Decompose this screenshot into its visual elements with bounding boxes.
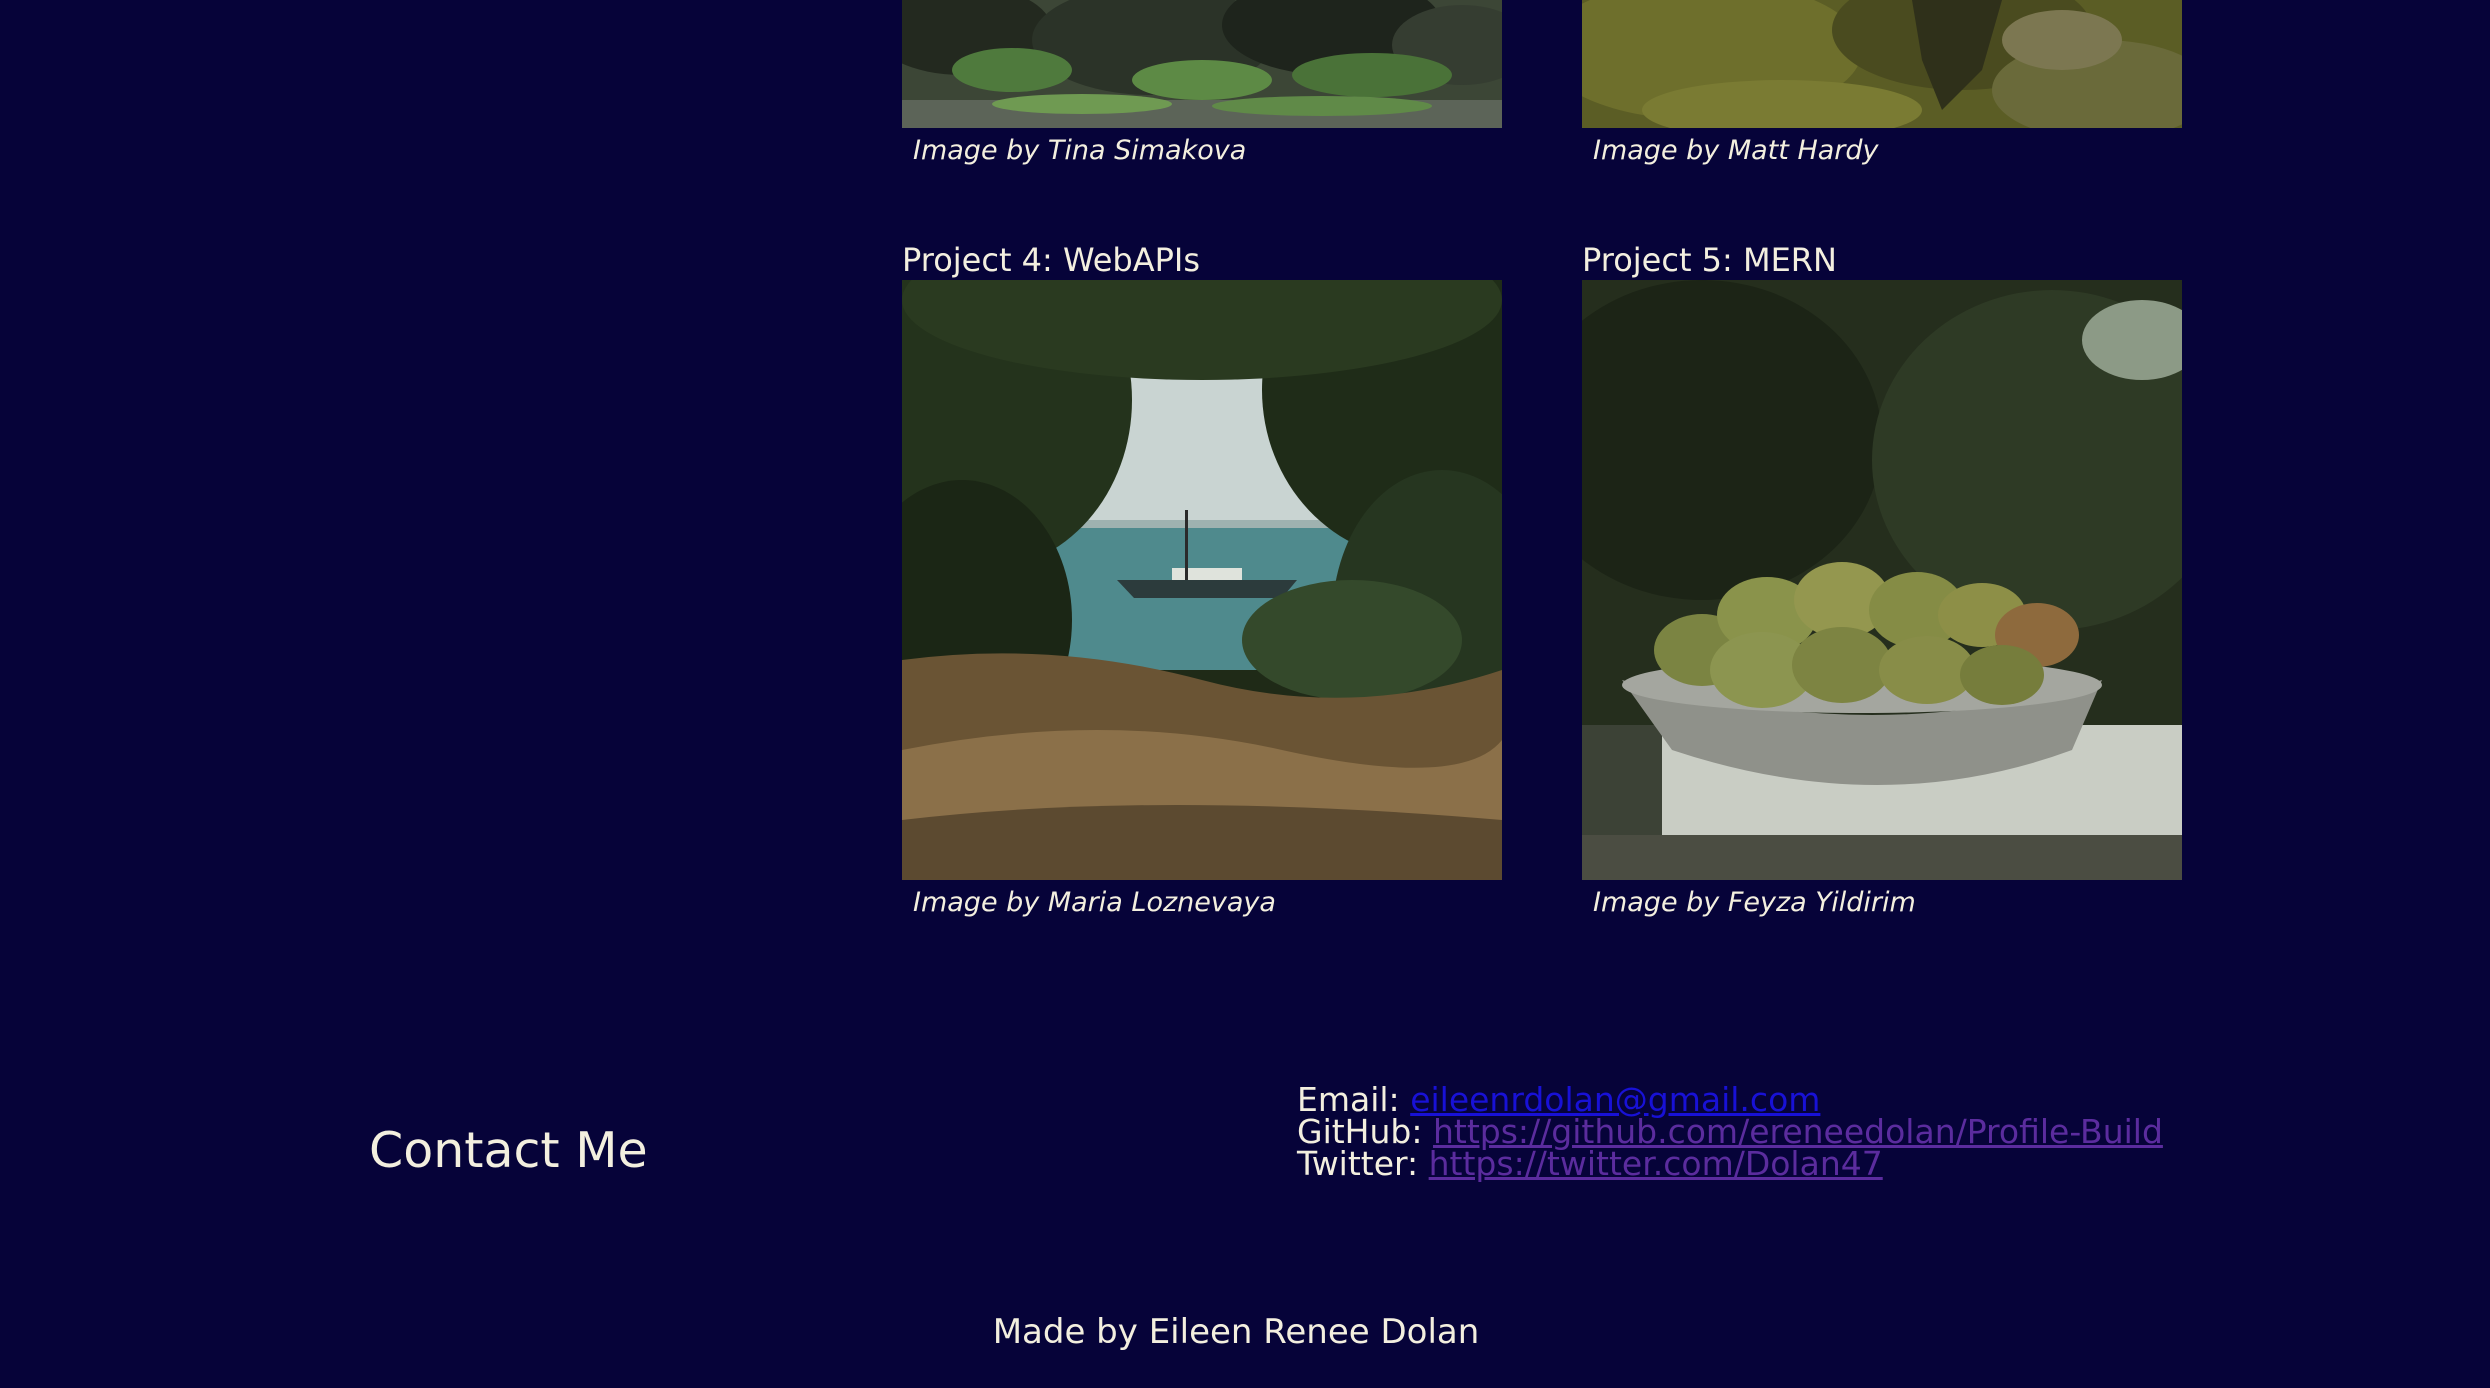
bowl-of-pears-photo: [1582, 280, 2182, 880]
image-caption: Image by Tina Simakova: [913, 135, 1247, 166]
boat-framed-by-trees-photo: [902, 280, 1502, 880]
project-title: Project 4: WebAPIs: [902, 241, 1201, 279]
contact-heading: Contact Me: [369, 1122, 648, 1179]
contact-twitter-row: Twitter: https://twitter.com/Dolan47: [1297, 1147, 2163, 1180]
image-caption: Image by Maria Loznevaya: [913, 887, 1276, 918]
rocky-ground-with-plants-photo: [902, 0, 1502, 128]
contact-list: Email: eileenrdolan@gmail.com GitHub: ht…: [1297, 1083, 2163, 1180]
project-title: Project 5: MERN: [1582, 241, 1837, 279]
mossy-rocks-photo: [1582, 0, 2182, 128]
image-caption: Image by Feyza Yildirim: [1593, 887, 1916, 918]
footer-credit: Made by Eileen Renee Dolan: [992, 1312, 1480, 1352]
image-caption: Image by Matt Hardy: [1593, 135, 1879, 166]
twitter-link[interactable]: https://twitter.com/Dolan47: [1429, 1144, 1883, 1183]
twitter-label: Twitter:: [1297, 1144, 1419, 1183]
